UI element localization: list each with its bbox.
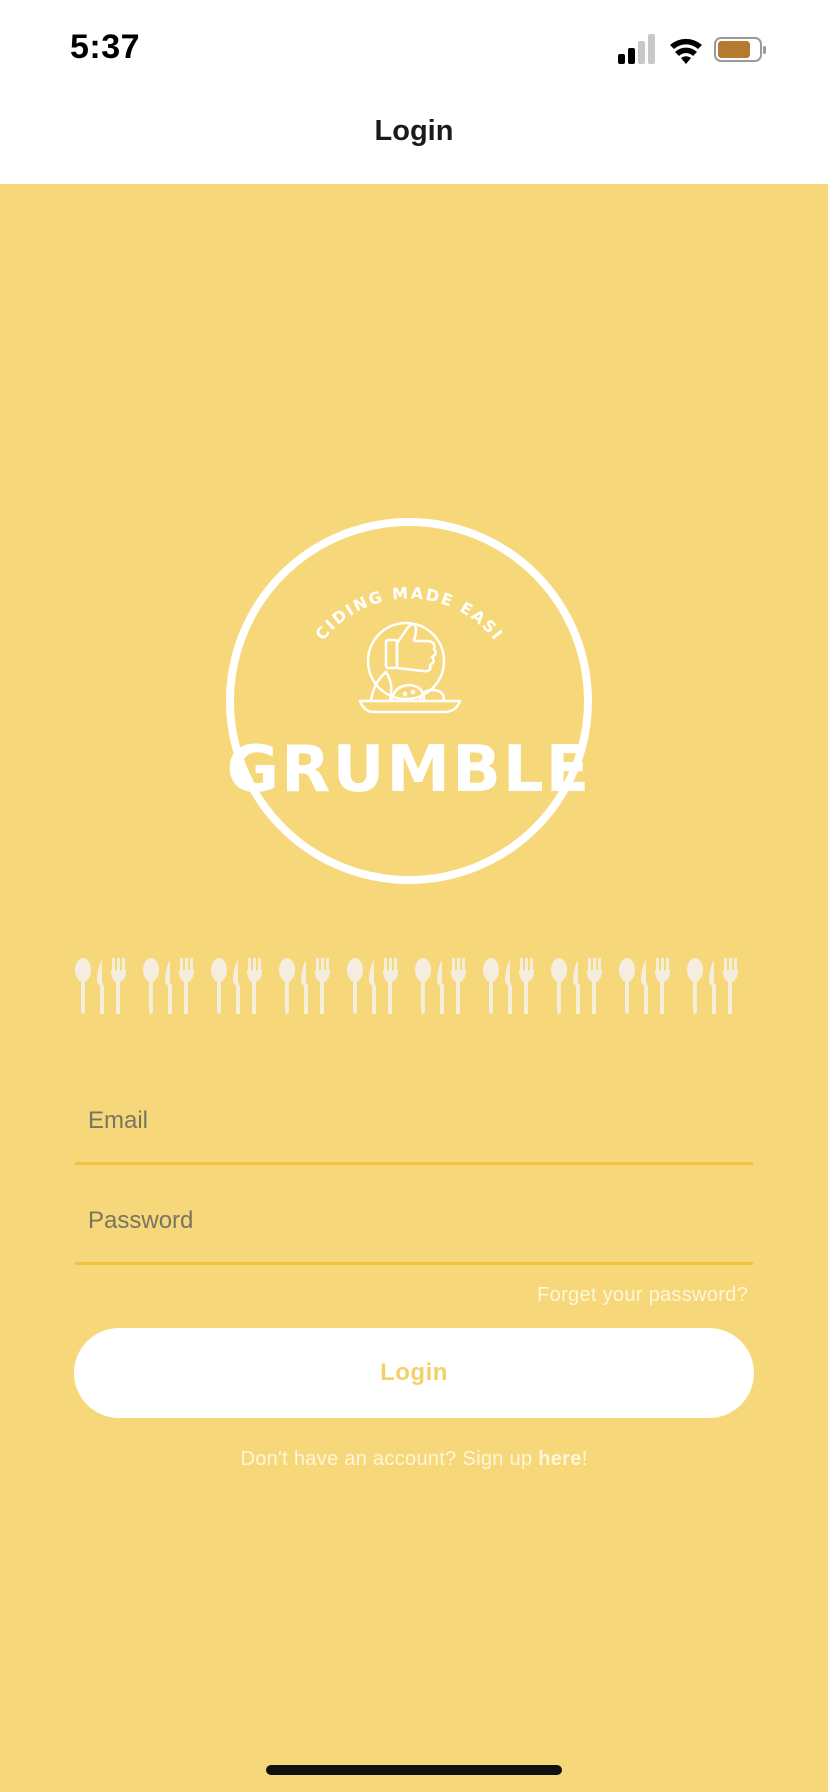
login-screen: 5:37 Login CIDING MADE EASI GRUMBLE Emai… <box>0 0 828 1792</box>
cutlery-row-icon <box>75 958 738 1014</box>
password-field[interactable] <box>86 1196 730 1246</box>
svg-text:DECIDING MADE EASIER: DECIDING MADE EASIER <box>224 516 507 645</box>
signup-prefix: Don't have an account? Sign up <box>240 1448 539 1470</box>
email-field[interactable] <box>86 1096 730 1146</box>
signup-link[interactable]: here <box>538 1448 581 1470</box>
signal-icon <box>618 34 655 64</box>
svg-text:GRUMBLE: GRUMBLE <box>227 733 592 807</box>
login-button[interactable]: Login <box>74 1328 754 1418</box>
home-indicator <box>266 1765 562 1775</box>
battery-icon <box>714 37 766 62</box>
thumbs-up-icon <box>358 621 462 714</box>
status-bar: 5:37 <box>0 0 828 100</box>
grumble-logo: DECIDING MADE EASIER GRUMBLE <box>224 516 592 884</box>
signup-prompt: Don't have an account? Sign up here! <box>0 1448 828 1471</box>
email-field-container <box>75 1082 753 1165</box>
nav-bar: Login <box>0 100 828 184</box>
wifi-icon <box>670 38 702 64</box>
signup-suffix: ! <box>581 1448 588 1470</box>
page-title: Login <box>374 114 454 147</box>
password-field-container <box>75 1182 753 1265</box>
status-time: 5:37 <box>70 28 141 66</box>
status-icons <box>618 34 766 64</box>
forgot-password-link[interactable]: Forget your password? <box>537 1284 748 1307</box>
